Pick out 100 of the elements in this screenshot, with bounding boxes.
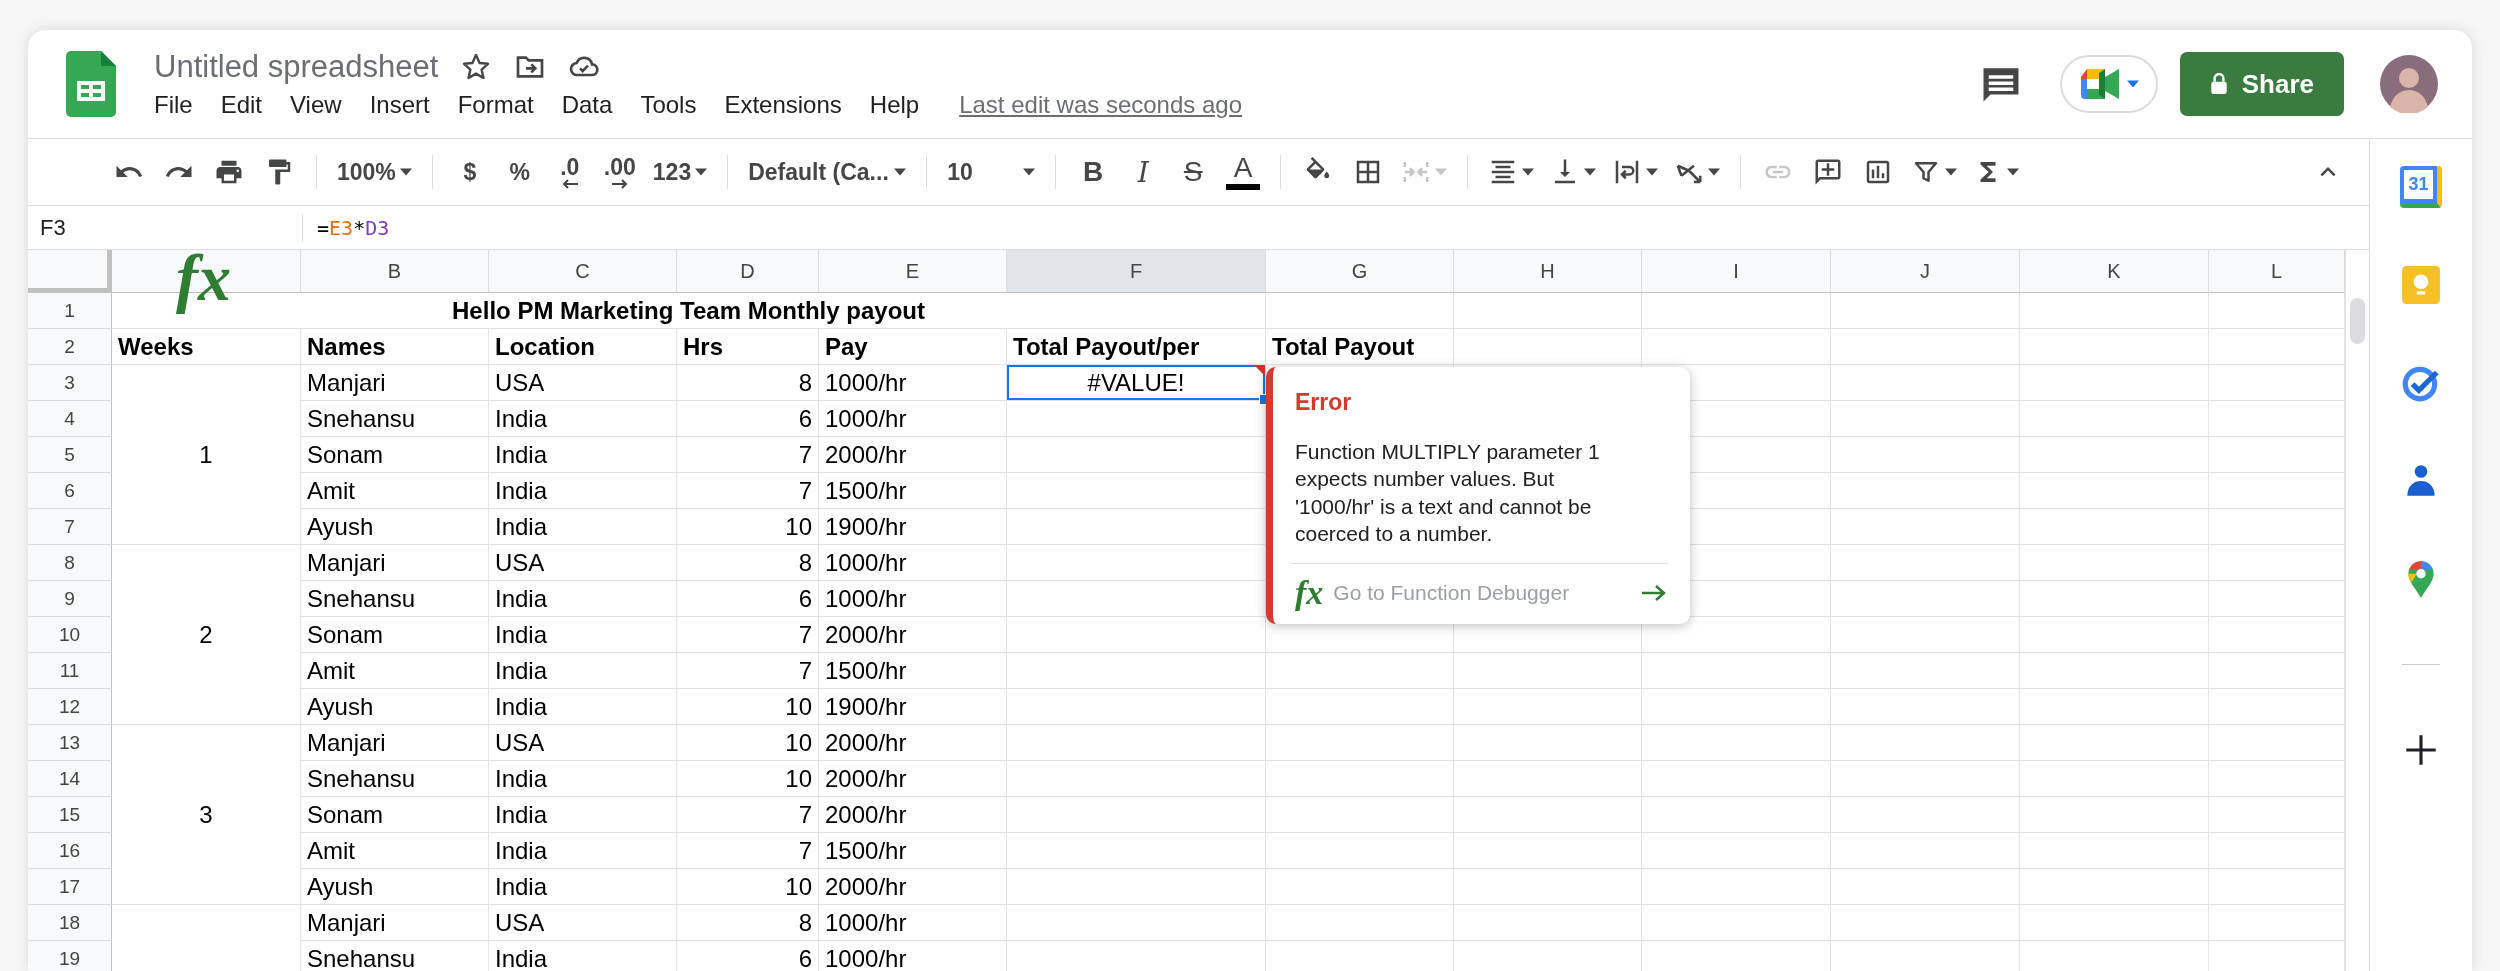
font-dropdown[interactable]: Default (Ca... (742, 149, 913, 195)
document-title[interactable]: Untitled spreadsheet (154, 49, 439, 85)
percent-button[interactable]: % (496, 149, 543, 195)
row-header[interactable]: 15 (28, 797, 112, 833)
row-header[interactable]: 18 (28, 905, 112, 941)
table-cell: 1500/hr (819, 653, 1007, 689)
table-cell: 2000/hr (819, 797, 1007, 833)
table-cell: 7 (677, 617, 819, 653)
table-cell: 10 (677, 869, 819, 905)
error-title: Error (1295, 389, 1353, 416)
italic-button[interactable]: I (1120, 149, 1167, 195)
menu-item[interactable]: Edit (220, 91, 263, 119)
column-header[interactable]: J (1831, 250, 2020, 293)
row-header[interactable]: 2 (28, 329, 112, 365)
table-cell: Manjari (301, 905, 489, 941)
table-cell: India (489, 581, 677, 617)
column-header[interactable]: K (2020, 250, 2209, 293)
function-debugger-link[interactable]: fx Go to Function Debugger (1295, 576, 1668, 611)
table-cell: Snehansu (301, 761, 489, 797)
arrow-icon (609, 178, 630, 189)
formula-field[interactable]: =E3*D3 (317, 215, 390, 240)
column-header[interactable]: G (1266, 250, 1454, 293)
table-cell: 1500/hr (819, 473, 1007, 509)
row-header[interactable]: 9 (28, 581, 112, 617)
caret-icon (1708, 168, 1721, 176)
table-cell: USA (489, 365, 677, 401)
table-cell: 1000/hr (819, 905, 1007, 941)
caret-icon (1945, 168, 1958, 176)
menu-item[interactable]: Tools (640, 91, 697, 119)
table-cell: 7 (677, 797, 819, 833)
menu-item[interactable]: Data (561, 91, 613, 119)
row-header[interactable]: 4 (28, 401, 112, 437)
row-header[interactable]: 19 (28, 941, 112, 971)
menu-item[interactable]: Format (457, 91, 534, 119)
bold-button[interactable]: B (1070, 149, 1117, 195)
caret-icon (399, 168, 412, 176)
last-edit-link[interactable]: Last edit was seconds ago (959, 91, 1242, 119)
table-cell: Snehansu (301, 401, 489, 437)
table-cell: 7 (677, 833, 819, 869)
zoom-dropdown[interactable]: 100% (331, 149, 418, 195)
column-header[interactable]: E (819, 250, 1007, 293)
row-header[interactable]: 8 (28, 545, 112, 581)
row-header[interactable]: 11 (28, 653, 112, 689)
column-header[interactable]: D (677, 250, 819, 293)
caret-icon (1522, 168, 1535, 176)
caret-icon (1435, 168, 1448, 176)
text-color-button[interactable]: A (1220, 149, 1267, 195)
table-cell: 2000/hr (819, 437, 1007, 473)
row-header[interactable]: 6 (28, 473, 112, 509)
avatar[interactable] (2380, 55, 2438, 113)
row-header[interactable]: 1 (28, 293, 112, 329)
row-header[interactable]: 13 (28, 725, 112, 761)
name-box[interactable]: F3 (28, 214, 302, 241)
caret-icon (1023, 168, 1036, 176)
row-header[interactable]: 17 (28, 869, 112, 905)
row-header[interactable]: 12 (28, 689, 112, 725)
caret-icon (695, 168, 708, 176)
table-cell: 1000/hr (819, 401, 1007, 437)
column-header[interactable]: H (1454, 250, 1642, 293)
column-header[interactable]: C (489, 250, 677, 293)
number-format-dropdown[interactable]: 123 (646, 149, 714, 195)
table-cell: Location (489, 329, 677, 365)
menu-item[interactable]: View (290, 91, 342, 119)
caret-icon (2126, 80, 2139, 88)
calendar-app-icon[interactable]: 31 (2400, 166, 2442, 208)
row-header[interactable]: 3 (28, 365, 112, 401)
table-cell: India (489, 653, 677, 689)
scrollbar-thumb[interactable] (2350, 298, 2365, 344)
table-cell: 7 (677, 437, 819, 473)
menu-item[interactable]: File (154, 91, 193, 119)
table-cell: India (489, 473, 677, 509)
menu-item[interactable]: Help (869, 91, 920, 119)
table-cell: Snehansu (301, 581, 489, 617)
table-cell: 10 (677, 761, 819, 797)
caret-icon (1646, 168, 1659, 176)
row-header[interactable]: 14 (28, 761, 112, 797)
column-header[interactable]: F (1007, 250, 1266, 293)
table-cell: 10 (677, 725, 819, 761)
row-header[interactable]: 7 (28, 509, 112, 545)
column-header[interactable]: L (2209, 250, 2345, 293)
column-header[interactable]: I (1642, 250, 1831, 293)
table-cell: USA (489, 545, 677, 581)
menu-item[interactable]: Insert (369, 91, 430, 119)
error-message: Function MULTIPLY parameter 1 expects number values. But '1000/hr' is a text and cannot be coerced to a number. (1295, 439, 1601, 547)
strikethrough-button[interactable]: S (1170, 149, 1217, 195)
row-header[interactable]: 5 (28, 437, 112, 473)
increase-decimal-button[interactable]: .00 (596, 149, 643, 195)
table-cell: 7 (677, 473, 819, 509)
decrease-decimal-button[interactable]: .0 (546, 149, 593, 195)
table-cell: 6 (677, 581, 819, 617)
currency-button[interactable]: $ (446, 149, 493, 195)
row-header[interactable]: 16 (28, 833, 112, 869)
column-header[interactable]: B (301, 250, 489, 293)
font-size-dropdown[interactable]: 10 (941, 149, 1042, 195)
sheets-logo-icon[interactable] (66, 51, 116, 117)
row-header[interactable]: 10 (28, 617, 112, 653)
table-cell: Amit (301, 473, 489, 509)
share-button[interactable]: Share (2179, 52, 2344, 116)
table-cell: Snehansu (301, 941, 489, 971)
menu-item[interactable]: Extensions (724, 91, 842, 119)
